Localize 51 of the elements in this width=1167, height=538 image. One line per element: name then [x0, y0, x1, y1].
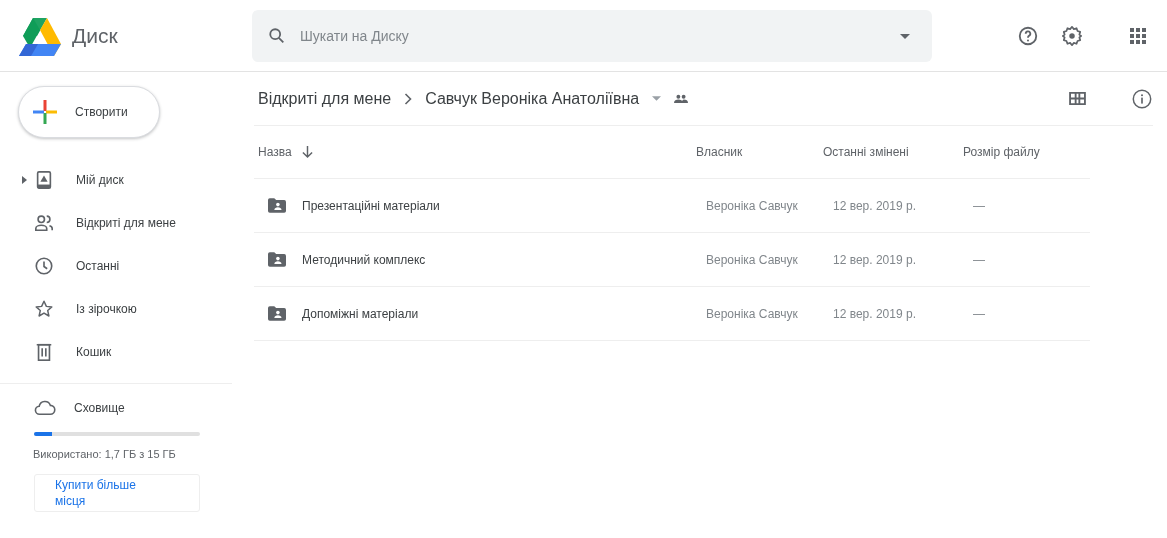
file-name[interactable]: Презентаційні матеріали — [302, 198, 440, 213]
cloud-icon — [34, 400, 56, 416]
people-icon — [34, 212, 54, 233]
column-header[interactable]: Останні змінені — [823, 145, 909, 159]
create-button[interactable]: Створити — [18, 86, 160, 138]
column-header[interactable]: Розмір файлу — [963, 145, 1040, 159]
apps-icon[interactable] — [1129, 26, 1147, 45]
people-icon — [674, 94, 689, 103]
clock-icon — [34, 255, 54, 276]
trash-icon — [34, 341, 54, 362]
grid-view-icon[interactable] — [1069, 92, 1086, 105]
column-header[interactable]: Власник — [696, 145, 743, 159]
sidebar-item[interactable]: Із зірочкою — [0, 287, 240, 330]
drive-logo-icon — [18, 15, 62, 56]
storage-usage: Використано: 1,7 ГБ з 15 ГБ — [33, 448, 177, 460]
shared-folder-icon — [268, 306, 286, 321]
modified-date: 12 вер. 2019 р. — [833, 252, 916, 267]
sidebar-item[interactable]: Кошик — [0, 330, 240, 373]
chevron-right-icon — [404, 92, 413, 105]
sidebar-item[interactable]: Останні — [0, 244, 240, 287]
owner-name: Вероніка Савчук — [706, 198, 798, 213]
search-field[interactable]: Шукати на Диску — [252, 9, 932, 62]
file-name[interactable]: Допоміжні матеріали — [302, 306, 419, 321]
column-header[interactable]: Назва — [258, 145, 292, 159]
breadcrumb-link[interactable]: Савчук Вероніка Анатоліївна — [425, 89, 640, 108]
file-name[interactable]: Методичний комплекс — [302, 252, 426, 267]
app-title: Диск — [72, 23, 118, 48]
info-icon[interactable] — [1131, 87, 1153, 110]
shared-folder-icon — [268, 198, 286, 213]
file-size: — — [973, 306, 985, 321]
sort-arrow-icon — [301, 145, 313, 159]
settings-icon[interactable] — [1061, 24, 1083, 47]
help-icon[interactable] — [1017, 24, 1039, 47]
breadcrumb-link[interactable]: Відкриті для мене — [258, 89, 392, 108]
file-size: — — [973, 252, 985, 267]
expand-arrow-icon[interactable] — [22, 175, 27, 184]
owner-name: Вероніка Савчук — [706, 252, 798, 267]
buy-storage-button[interactable]: Купити більше місця — [34, 474, 200, 512]
storage-label[interactable]: Сховище — [74, 401, 125, 415]
modified-date: 12 вер. 2019 р. — [833, 198, 916, 213]
sidebar-item[interactable]: Відкриті для мене — [0, 201, 240, 244]
caret-icon — [652, 96, 662, 101]
plus-icon — [33, 100, 57, 124]
shared-folder-icon — [268, 252, 286, 267]
caret-icon[interactable] — [900, 33, 910, 39]
sidebar-item[interactable]: Мій диск — [0, 158, 240, 201]
owner-name: Вероніка Савчук — [706, 306, 798, 321]
drive-icon — [34, 169, 54, 190]
modified-date: 12 вер. 2019 р. — [833, 306, 916, 321]
file-size: — — [973, 198, 985, 213]
star-icon — [34, 298, 54, 319]
